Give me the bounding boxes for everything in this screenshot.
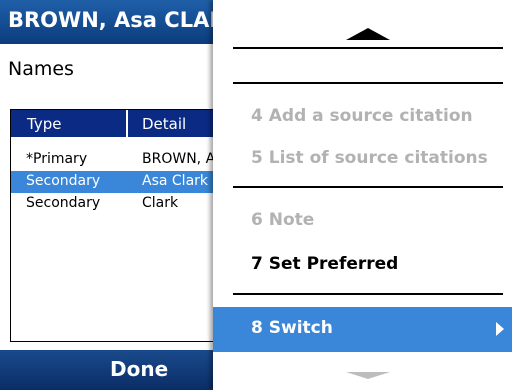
menu-item-add-source-citation[interactable]: 4 Add a source citation	[251, 106, 473, 126]
column-divider	[126, 110, 128, 137]
cell-detail: Asa Clark	[142, 173, 209, 189]
cell-detail: Clark	[142, 195, 179, 211]
list-rows: *Primary BROWN, Asa CLARK Secondary Asa …	[11, 149, 282, 215]
done-softkey[interactable]: Done	[110, 357, 168, 381]
up-arrow-icon[interactable]	[346, 28, 390, 40]
cell-type: *Primary	[26, 151, 88, 167]
menu-divider	[233, 82, 503, 84]
page-title: BROWN, Asa CLARK	[8, 8, 242, 32]
list-header: Type Detail	[11, 110, 231, 137]
chevron-right-icon	[496, 322, 504, 336]
down-arrow-icon[interactable]	[346, 372, 390, 379]
table-row-selected[interactable]: Secondary Asa Clark	[11, 171, 231, 193]
menu-item-switch[interactable]: 8 Switch	[213, 307, 512, 352]
section-label: Names	[8, 58, 74, 80]
context-menu: 4 Add a source citation 5 List of source…	[213, 0, 512, 390]
cell-type: Secondary	[26, 195, 101, 211]
menu-item-note[interactable]: 6 Note	[251, 210, 314, 230]
table-row[interactable]: *Primary BROWN, Asa CLARK	[11, 149, 282, 171]
menu-item-set-preferred[interactable]: 7 Set Preferred	[251, 254, 398, 274]
menu-divider	[233, 186, 503, 188]
column-header-type[interactable]: Type	[27, 115, 61, 133]
menu-divider	[233, 47, 503, 49]
menu-divider	[233, 293, 503, 295]
menu-item-list-source-citations[interactable]: 5 List of source citations	[251, 148, 488, 168]
menu-item-label: 8 Switch	[251, 318, 333, 338]
column-header-detail[interactable]: Detail	[142, 115, 186, 133]
cell-type: Secondary	[26, 173, 101, 189]
names-list: Type Detail *Primary BROWN, Asa CLARK Se…	[10, 109, 282, 342]
table-row[interactable]: Secondary Clark	[11, 193, 231, 215]
